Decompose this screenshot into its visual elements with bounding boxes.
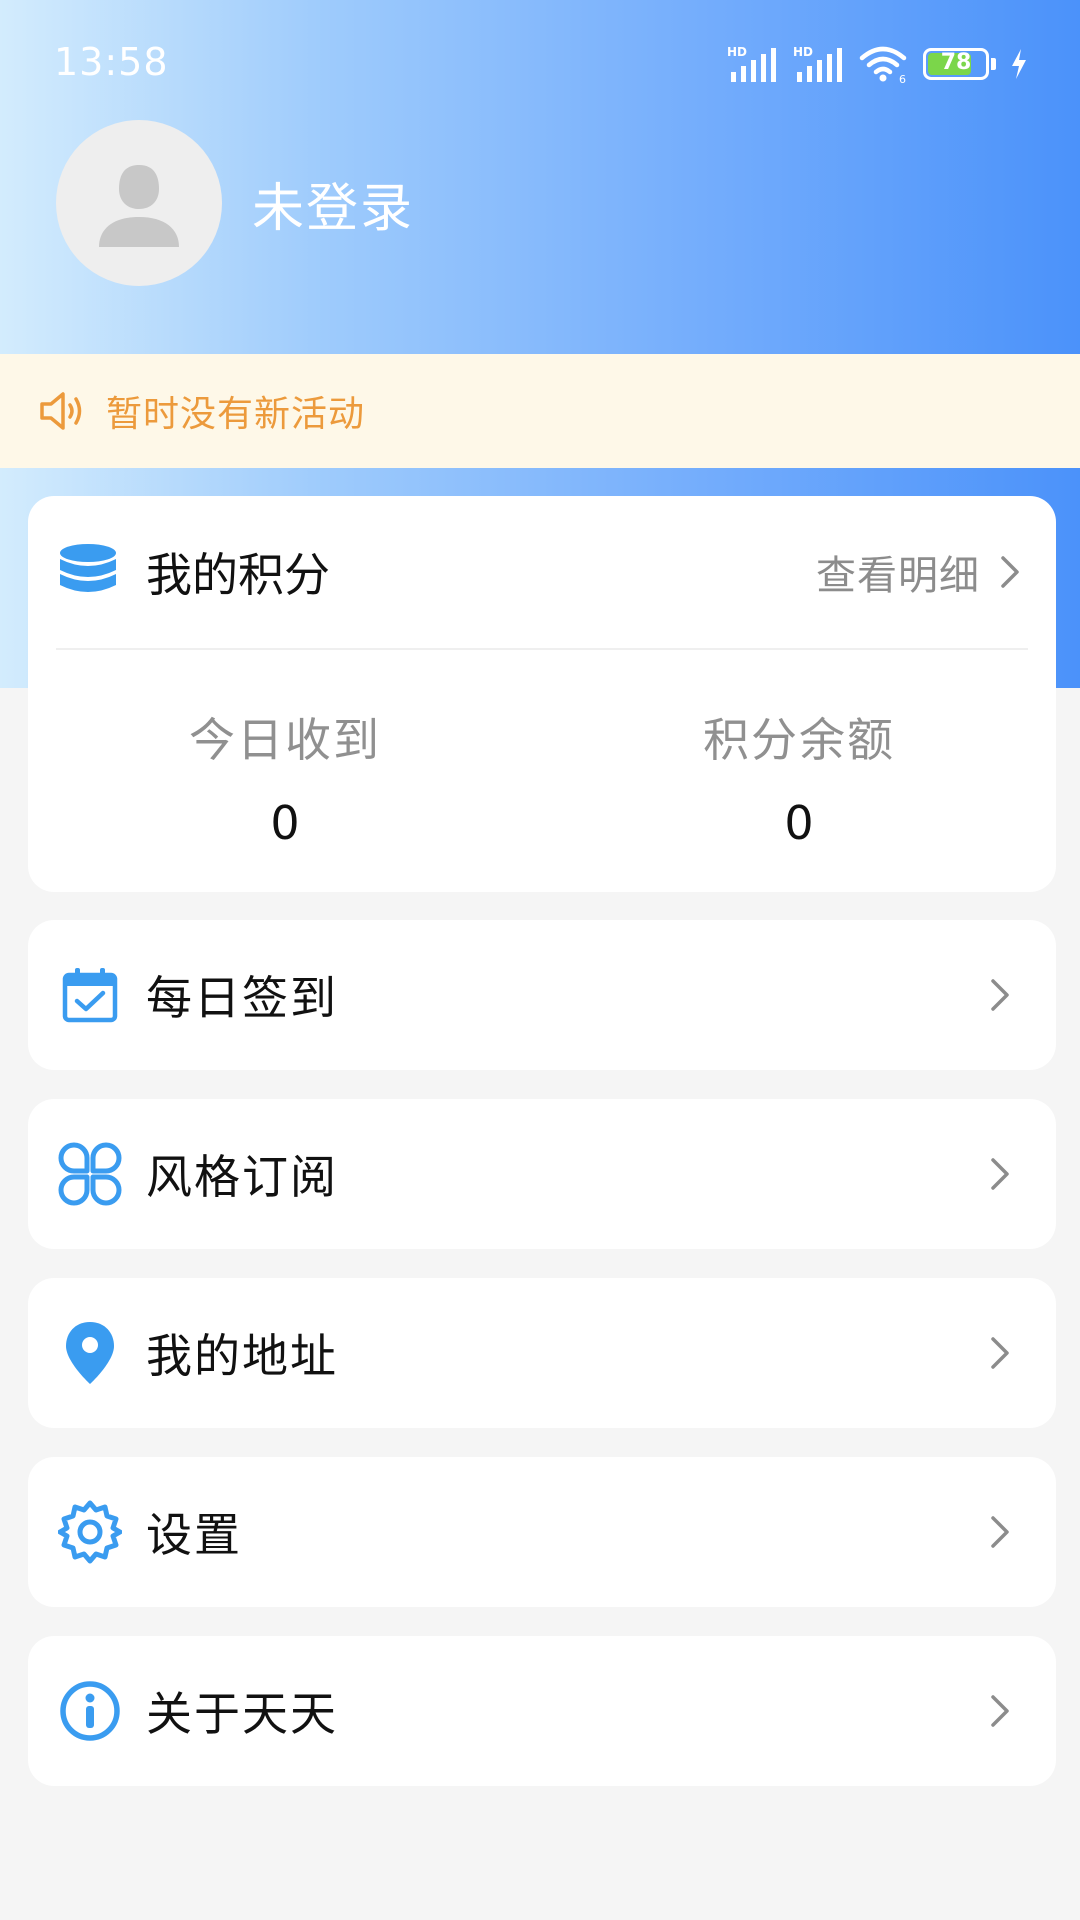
points-title: 我的积分 <box>146 548 330 602</box>
menu-item-my-address[interactable]: 我的地址 <box>28 1278 1056 1428</box>
user-silhouette-icon <box>99 165 179 247</box>
status-bar: 13:58 HD HD 6 78 <box>0 0 1080 120</box>
chevron-right-icon <box>991 1695 1009 1727</box>
stat-balance: 积分余额 0 <box>542 648 1056 892</box>
menu-item-label: 每日签到 <box>146 971 338 1025</box>
points-card: 我的积分 查看明细 今日收到 0 积分余额 0 <box>28 496 1056 892</box>
calendar-check-icon <box>62 968 118 1023</box>
wifi-version-label: 6 <box>899 73 906 84</box>
points-header[interactable]: 我的积分 查看明细 <box>28 496 1056 648</box>
battery-icon: 78 <box>923 48 989 80</box>
chevron-right-icon <box>991 979 1009 1011</box>
status-icons: HD HD 6 78 <box>727 44 1028 84</box>
stat-label: 积分余额 <box>703 713 895 767</box>
username[interactable]: 未登录 <box>252 166 414 241</box>
chevron-right-icon <box>991 1516 1009 1548</box>
wifi-icon: 6 <box>859 46 907 84</box>
gear-icon <box>58 1500 122 1564</box>
battery-percent: 78 <box>940 50 972 75</box>
menu-item-label: 关于天天 <box>146 1687 338 1741</box>
chevron-right-icon <box>991 1158 1009 1190</box>
charging-bolt-icon <box>1012 49 1026 79</box>
menu-item-label: 设置 <box>146 1508 242 1562</box>
view-detail-link[interactable]: 查看明细 <box>816 543 1026 601</box>
location-pin-icon <box>66 1322 114 1384</box>
menu-item-style-subscription[interactable]: 风格订阅 <box>28 1099 1056 1249</box>
stat-today-received: 今日收到 0 <box>28 648 542 892</box>
chevron-right-icon <box>991 1337 1009 1369</box>
stat-value: 0 <box>270 796 300 850</box>
status-time: 13:58 <box>54 40 169 84</box>
profile-header[interactable]: 未登录 <box>56 120 414 286</box>
menu-item-label: 我的地址 <box>146 1329 338 1383</box>
menu-item-settings[interactable]: 设置 <box>28 1457 1056 1607</box>
notice-text: 暂时没有新活动 <box>106 394 366 435</box>
info-icon <box>60 1681 120 1741</box>
chevron-right-icon <box>1001 556 1019 588</box>
view-detail-label: 查看明细 <box>816 553 980 599</box>
database-stack-icon <box>60 544 116 592</box>
four-petal-icon <box>58 1142 122 1206</box>
stat-value: 0 <box>784 796 814 850</box>
signal-hd-label: HD <box>727 45 747 59</box>
speaker-icon <box>40 392 82 430</box>
signal-hd-label: HD <box>793 45 813 59</box>
menu-item-label: 风格订阅 <box>146 1150 338 1204</box>
stat-label: 今日收到 <box>189 713 381 767</box>
cellular-signal-icon: HD <box>727 45 776 82</box>
notice-bar[interactable]: 暂时没有新活动 <box>0 354 1080 468</box>
avatar[interactable] <box>56 120 222 286</box>
cellular-signal-icon: HD <box>793 45 842 82</box>
menu-item-about[interactable]: 关于天天 <box>28 1636 1056 1786</box>
menu-item-daily-checkin[interactable]: 每日签到 <box>28 920 1056 1070</box>
